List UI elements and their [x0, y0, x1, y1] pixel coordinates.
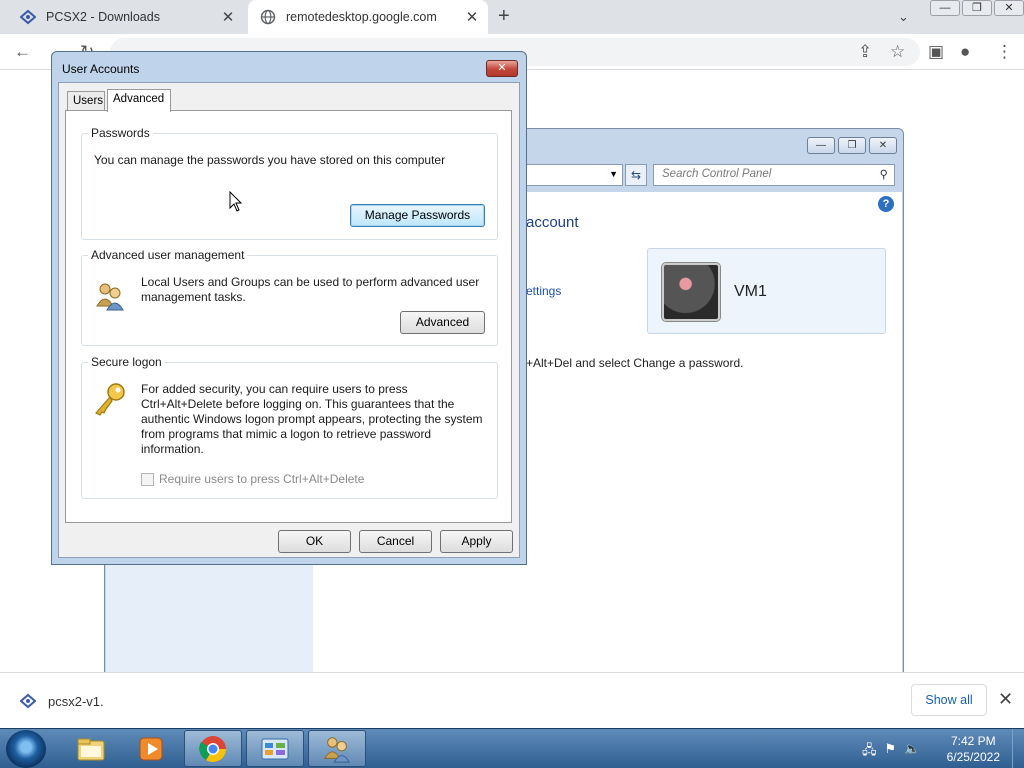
bookmark-star-icon[interactable]: ☆: [890, 42, 905, 62]
dialog-close-button[interactable]: ✕: [486, 60, 518, 77]
tab-advanced[interactable]: Advanced: [107, 89, 171, 112]
download-item[interactable]: pcsx2-v1.: [20, 693, 104, 709]
cp-maximize-button[interactable]: ❐: [838, 137, 866, 154]
checkbox-box[interactable]: [141, 472, 154, 486]
tab-pcsx2-downloads[interactable]: PCSX2 - Downloads ✕: [8, 0, 244, 34]
network-icon[interactable]: 🖧: [862, 741, 877, 763]
clock[interactable]: 7:42 PM 6/25/2022: [947, 733, 1000, 765]
dropdown-arrow-icon: ▼: [609, 169, 618, 179]
window-controls: — ❐ ✕: [930, 0, 1024, 20]
cp-search-placeholder: Search Control Panel: [662, 168, 772, 180]
tab-close-icon[interactable]: ✕: [218, 8, 238, 26]
dialog-body: Users Advanced Passwords You can manage …: [58, 82, 520, 558]
new-tab-button[interactable]: +: [498, 5, 510, 28]
pcsx2-favicon-icon: [20, 9, 36, 25]
maximize-button[interactable]: ❐: [962, 0, 992, 16]
close-window-button[interactable]: ✕: [994, 0, 1024, 16]
tray-icons: 🖧 ⚑ 🔈: [862, 741, 920, 763]
advanced-user-management-group: Advanced user management Local Users and…: [81, 248, 498, 346]
chrome-taskbar-icon[interactable]: [184, 730, 242, 767]
advanced-tab-panel: Passwords You can manage the passwords y…: [65, 110, 512, 523]
cp-heading: account: [526, 214, 579, 231]
pcsx2-file-icon: [20, 693, 36, 709]
download-filename: pcsx2-v1.: [48, 693, 104, 709]
dialog-title: User Accounts: [62, 62, 140, 76]
tab-title: PCSX2 - Downloads: [46, 10, 160, 24]
explorer-taskbar-icon[interactable]: [62, 730, 120, 767]
control-panel-taskbar-icon[interactable]: [246, 730, 304, 767]
tab-title: remotedesktop.google.com: [286, 10, 437, 24]
volume-icon[interactable]: 🔈: [904, 741, 920, 763]
checkbox-label: Require users to press Ctrl+Alt+Delete: [159, 472, 365, 486]
downloads-bar: pcsx2-v1. Show all ✕: [0, 672, 1024, 728]
cp-settings-link[interactable]: ettings: [526, 284, 561, 298]
clock-time: 7:42 PM: [950, 734, 996, 748]
show-desktop-button[interactable]: [1012, 729, 1024, 768]
ok-button[interactable]: OK: [278, 530, 351, 553]
account-card[interactable]: VM1: [647, 248, 886, 334]
windows-taskbar: 🖧 ⚑ 🔈 7:42 PM 6/25/2022: [0, 728, 1024, 768]
passwords-text: You can manage the passwords you have st…: [94, 153, 446, 167]
cp-search-input[interactable]: Search Control Panel ⚲: [653, 164, 895, 186]
media-player-taskbar-icon[interactable]: [122, 730, 180, 767]
advanced-button[interactable]: Advanced: [400, 311, 485, 334]
downloads-close-icon[interactable]: ✕: [998, 689, 1013, 710]
minimize-button[interactable]: —: [930, 0, 960, 16]
browser-tab-strip: PCSX2 - Downloads ✕ remotedesktop.google…: [0, 0, 1024, 34]
cp-minimize-button[interactable]: —: [807, 137, 835, 154]
cp-address-dropdown[interactable]: ▼: [525, 164, 623, 186]
tab-close-icon[interactable]: ✕: [462, 8, 482, 26]
account-picture: [662, 263, 720, 321]
clock-date: 6/25/2022: [946, 750, 1000, 764]
cp-caption-buttons: — ❐ ✕: [807, 137, 897, 154]
tab-search-chevron-icon[interactable]: ⌄: [898, 9, 909, 25]
help-icon[interactable]: ?: [878, 196, 894, 212]
start-button[interactable]: [6, 730, 46, 768]
cp-close-button[interactable]: ✕: [869, 137, 897, 154]
key-icon: [95, 383, 125, 416]
side-panel-icon[interactable]: ▣: [928, 42, 944, 62]
passwords-legend: Passwords: [88, 126, 153, 140]
secure-logon-text: For added security, you can require user…: [141, 382, 483, 456]
require-ctrl-alt-del-checkbox[interactable]: Require users to press Ctrl+Alt+Delete: [141, 472, 364, 486]
secure-logon-group: Secure logon For added security, you can…: [81, 355, 498, 499]
user-accounts-taskbar-icon[interactable]: [308, 730, 366, 767]
cp-refresh-button[interactable]: ⇆: [625, 164, 647, 186]
tab-remote-desktop[interactable]: remotedesktop.google.com ✕: [248, 0, 488, 34]
manage-passwords-button[interactable]: Manage Passwords: [350, 204, 485, 227]
cancel-button[interactable]: Cancel: [359, 530, 432, 553]
users-group-icon: [96, 283, 124, 311]
globe-icon: [260, 9, 276, 25]
back-arrow-icon[interactable]: ←: [14, 42, 31, 62]
show-all-button[interactable]: Show all: [911, 684, 987, 716]
apply-button[interactable]: Apply: [440, 530, 513, 553]
profile-avatar-icon[interactable]: ●: [960, 42, 970, 62]
action-center-flag-icon[interactable]: ⚑: [885, 741, 897, 763]
advanced-mgmt-text: Local Users and Groups can be used to pe…: [141, 275, 480, 304]
tab-users[interactable]: Users: [67, 91, 105, 111]
share-icon[interactable]: ⇪: [858, 42, 872, 62]
system-tray: 🖧 ⚑ 🔈 7:42 PM 6/25/2022: [854, 729, 1024, 768]
user-accounts-dialog: User Accounts ✕ Users Advanced Passwords…: [51, 51, 527, 565]
cp-ctrl-alt-del-hint: +Alt+Del and select Change a password.: [526, 356, 744, 370]
account-name: VM1: [734, 283, 767, 300]
secure-logon-legend: Secure logon: [88, 355, 165, 369]
mouse-pointer-icon: [229, 191, 243, 212]
passwords-group: Passwords You can manage the passwords y…: [81, 126, 498, 240]
menu-kebab-icon[interactable]: ⋮: [996, 42, 1013, 62]
search-icon: ⚲: [879, 169, 888, 181]
advanced-mgmt-legend: Advanced user management: [88, 248, 248, 262]
